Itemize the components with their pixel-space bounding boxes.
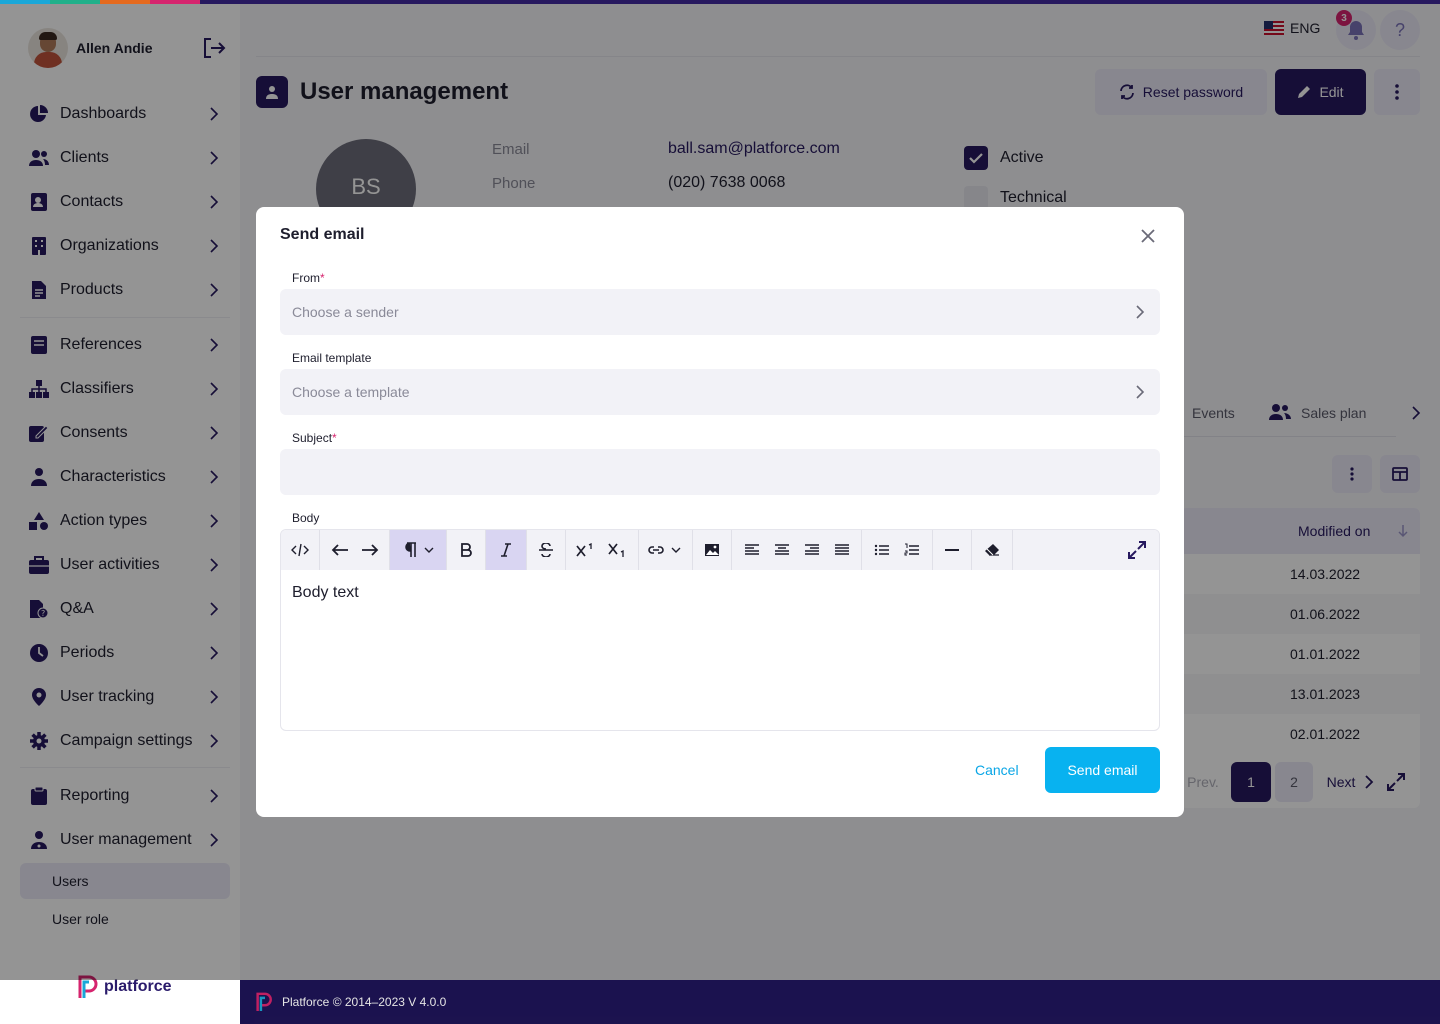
numbered-list-icon	[904, 543, 919, 556]
dialog-title: Send email	[280, 226, 365, 243]
rich-text-editor: Body text	[280, 529, 1160, 731]
brand-name: platforce	[104, 978, 172, 995]
chevron-right-icon	[1136, 305, 1145, 319]
email-template-label: Email template	[292, 351, 372, 365]
align-right-button[interactable]	[797, 530, 827, 570]
subscript-button[interactable]	[601, 530, 633, 570]
insert-link-dropdown[interactable]	[641, 530, 689, 570]
fullscreen-button[interactable]	[1121, 530, 1153, 570]
template-placeholder: Choose a template	[292, 384, 410, 400]
redo-button[interactable]	[355, 530, 385, 570]
align-left-icon	[745, 544, 759, 555]
align-justify-button[interactable]	[827, 530, 857, 570]
from-label: From*	[292, 271, 325, 285]
bold-icon	[461, 543, 472, 557]
arrow-right-icon	[362, 544, 379, 556]
paragraph-icon	[405, 542, 434, 557]
expand-icon	[1128, 541, 1146, 559]
send-email-button[interactable]: Send email	[1045, 747, 1160, 793]
bulleted-list-icon	[874, 544, 889, 556]
subject-label-text: Subject	[292, 431, 333, 445]
strikethrough-icon	[539, 543, 553, 557]
italic-button[interactable]	[486, 530, 526, 570]
superscript-button[interactable]	[569, 530, 601, 570]
italic-icon	[501, 543, 511, 557]
link-icon	[648, 546, 681, 554]
editor-toolbar	[281, 530, 1159, 570]
from-placeholder: Choose a sender	[292, 304, 399, 320]
align-center-icon	[775, 544, 789, 555]
bold-button[interactable]	[447, 530, 485, 570]
code-view-button[interactable]	[281, 530, 319, 570]
subscript-icon	[608, 543, 624, 557]
body-label: Body	[292, 511, 320, 525]
horizontal-rule-button[interactable]	[933, 530, 971, 570]
subject-input[interactable]	[280, 449, 1160, 495]
align-right-icon	[805, 544, 819, 555]
email-template-select[interactable]: Choose a template	[280, 369, 1160, 415]
numbered-list-button[interactable]	[897, 530, 927, 570]
image-icon	[705, 544, 719, 556]
subject-label: Subject*	[292, 431, 337, 445]
required-mark: *	[320, 271, 325, 285]
eraser-icon	[985, 544, 999, 556]
from-label-text: From	[292, 271, 320, 285]
align-justify-icon	[835, 544, 849, 555]
bulleted-list-button[interactable]	[867, 530, 897, 570]
clear-formatting-button[interactable]	[972, 530, 1012, 570]
align-center-button[interactable]	[767, 530, 797, 570]
insert-image-button[interactable]	[693, 530, 731, 570]
paragraph-format-dropdown[interactable]	[390, 530, 446, 570]
superscript-icon	[576, 543, 592, 557]
undo-button[interactable]	[325, 530, 355, 570]
chevron-right-icon	[1136, 385, 1145, 399]
strikethrough-button[interactable]	[527, 530, 565, 570]
required-mark: *	[332, 431, 337, 445]
from-select[interactable]: Choose a sender	[280, 289, 1160, 335]
modal-backdrop-footer	[240, 980, 1440, 1024]
horizontal-rule-icon	[945, 549, 959, 551]
send-email-dialog: Send email From* Choose a sender Email t…	[256, 207, 1184, 817]
align-left-button[interactable]	[737, 530, 767, 570]
editor-body-text[interactable]: Body text	[292, 584, 359, 602]
brand-color-stripe	[0, 0, 1440, 4]
arrow-left-icon	[331, 544, 348, 556]
code-icon	[291, 543, 309, 557]
cancel-button[interactable]: Cancel	[975, 762, 1019, 778]
close-icon[interactable]	[1138, 226, 1158, 246]
